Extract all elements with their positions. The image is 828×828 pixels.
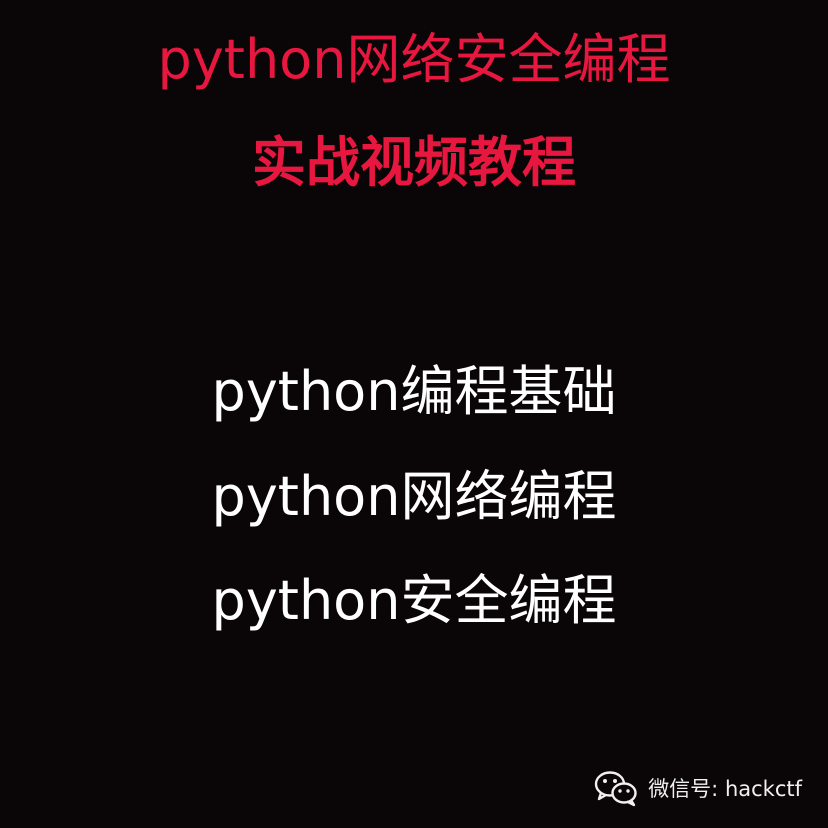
topic-item: python安全编程: [211, 569, 617, 632]
topic-item: python网络编程: [211, 465, 617, 528]
wechat-icon: [594, 771, 637, 807]
wechat-watermark: 微信号: hackctf: [594, 768, 802, 808]
title-line-2: 实战视频教程: [252, 131, 576, 194]
topic-item: python编程基础: [211, 360, 617, 423]
poster: python网络安全编程 实战视频教程 python编程基础 python网络编…: [0, 0, 828, 828]
title-line-1: python网络安全编程: [157, 28, 671, 91]
wechat-id-text: 微信号: hackctf: [648, 777, 802, 801]
